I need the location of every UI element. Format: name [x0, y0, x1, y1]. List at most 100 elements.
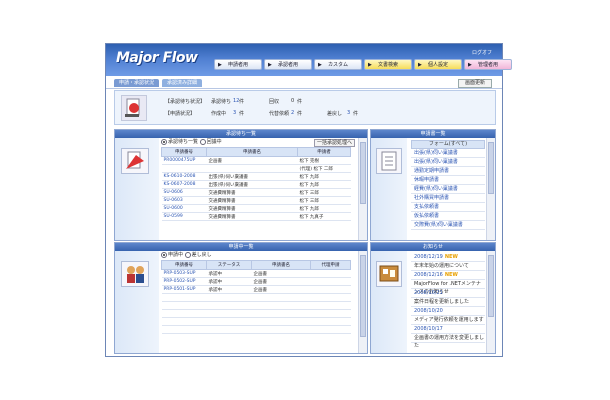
application-status-row: 【申請状況】 作成中 3 件 代替依頼 2 件 差戻し 3 件	[165, 110, 358, 117]
applicant: 松下 克樹	[297, 156, 351, 165]
news-item[interactable]: 企画書の運用方法を変更しました	[411, 334, 485, 349]
table-row	[161, 293, 351, 302]
list-item[interactable]: 交際費(県)伺い稟議書	[411, 221, 485, 230]
approval-status-row: 【承認待ち状況】 承認待ち 12 件 回収 0 件	[165, 98, 302, 105]
list-item[interactable]: 出張(県)伺い稟議書	[411, 149, 485, 158]
tab-approved-detail[interactable]: 承認済み詳細	[162, 79, 203, 87]
panel-title: 承認待ち一覧	[115, 130, 367, 138]
scroll-thumb[interactable]	[488, 255, 494, 317]
app-no[interactable]: KS-0607-2008	[161, 180, 207, 189]
logout-link[interactable]: ログオフ	[472, 49, 492, 56]
proxy	[310, 285, 351, 294]
nav-personal-settings[interactable]: ▶ 個人設定	[414, 59, 462, 70]
table-row[interactable]: PRP-0501-SUP 承認中 企画書	[161, 285, 351, 294]
list-item[interactable]: 出張(県)伺い稟議書	[411, 158, 485, 167]
app-no[interactable]: PRP-0501-SUP	[161, 285, 207, 294]
document-stamp-icon	[121, 95, 147, 121]
panel-content: 申請中 差し戻し 申請番号 ステータス 申請書名 代理申請 PRP-0503-S…	[161, 251, 357, 353]
arrow-icon: ▶	[418, 62, 422, 68]
bulletin-board-icon	[376, 261, 402, 287]
list-item[interactable]: 仮払依頼書	[411, 212, 485, 221]
form-name	[206, 164, 298, 173]
radio-circulating[interactable]	[199, 138, 206, 145]
nav-label: 承認者用	[277, 62, 298, 68]
panel-side	[115, 138, 159, 240]
scroll-thumb[interactable]	[360, 255, 366, 337]
nav-applicant[interactable]: ▶ 申請者用	[214, 59, 262, 70]
bulk-approve-button[interactable]: 一括承認処理へ	[313, 139, 355, 147]
refresh-button[interactable]: 画面更新	[457, 79, 492, 88]
form-name: 交通費精算書	[206, 204, 298, 213]
status: 承認中	[206, 277, 252, 286]
scroll-thumb[interactable]	[360, 142, 366, 204]
form-name: 出張(県)伺い稟議書	[206, 180, 298, 189]
news-date: 2008/12/19	[414, 254, 443, 260]
applicant: 松下 三郎	[297, 188, 351, 197]
table-row[interactable]: SU-0606 交通費精算書 松下 三郎	[161, 188, 351, 197]
applicant: 松下 九郎	[297, 172, 351, 181]
table-row	[161, 301, 351, 310]
nav-approver[interactable]: ▶ 承認者用	[264, 59, 312, 70]
panel-content: 承認待ち一覧 回議中 一括承認処理へ 申請番号 申請書名 申請者 PR00004…	[161, 138, 357, 240]
app-no[interactable]: KS-0610-2008	[161, 172, 207, 181]
tab-status[interactable]: 申請・承認状況	[114, 79, 160, 87]
returned-label: 差戻し	[327, 111, 343, 117]
app-no[interactable]: SU-0599	[161, 212, 207, 221]
app-no[interactable]: SU-0600	[161, 204, 207, 213]
app-no[interactable]: SU-0603	[161, 196, 207, 205]
status-label: 【申請状況】	[165, 111, 196, 117]
table-row[interactable]: KS-0610-2008 出張(県)伺い稟議書 松下 九郎	[161, 172, 351, 181]
app-no[interactable]: PRP-0503-SUP	[161, 269, 207, 278]
scrollbar[interactable]	[486, 251, 495, 353]
table-row[interactable]: SU-0603 交通費精算書 松下 三郎	[161, 196, 351, 205]
app-no[interactable]: SU-0606	[161, 188, 207, 197]
scrollbar[interactable]	[486, 138, 495, 240]
nav-doc-search[interactable]: ▶ 文書検索	[364, 59, 412, 70]
radio-waiting[interactable]	[161, 138, 167, 145]
col-app-no: 申請番号	[161, 147, 207, 157]
scrollbar[interactable]	[358, 138, 367, 240]
table-row[interactable]: KS-0607-2008 出張(県)伺い稟議書 松下 九郎	[161, 180, 351, 189]
news-item[interactable]: MajorFlow for .NETメンテナンスのお知らせ	[411, 280, 485, 295]
list-item[interactable]: 通勤定期申請書	[411, 167, 485, 176]
table-row[interactable]: PRP-0503-SUP 承認中 企画書	[161, 269, 351, 278]
document-list-icon	[376, 148, 402, 174]
filter-row: 申請中 差し戻し	[161, 251, 357, 260]
col-form-name: 申請書名	[251, 260, 311, 270]
list-item[interactable]: 休暇申請書	[411, 176, 485, 185]
app-no[interactable]: PRP-0502-SUP	[161, 277, 207, 286]
table-row[interactable]: PRP-0502-SUP 承認中 企画書	[161, 277, 351, 286]
radio-applying[interactable]	[161, 251, 167, 258]
nav-admin[interactable]: ▶ 管理者用	[464, 59, 512, 70]
table-row	[161, 309, 351, 318]
unit: 件	[297, 111, 303, 117]
radio-label: 回議中	[206, 139, 222, 145]
app-no[interactable]	[161, 164, 207, 173]
table-row	[161, 325, 351, 334]
news-item[interactable]: 案件日程を更新しました	[411, 298, 485, 307]
table-row[interactable]: SU-0600 交通費精算書 松下 九郎	[161, 204, 351, 213]
nav-custom[interactable]: ▶ カスタム	[314, 59, 362, 70]
table-row[interactable]: SU-0599 交通費精算書 松下 九真子	[161, 212, 351, 221]
applicant: 松下 九郎	[297, 180, 351, 189]
news-item[interactable]: 年末年始の運用について	[411, 262, 485, 271]
radio-label: 申請中	[168, 252, 184, 258]
radio-returned[interactable]	[184, 251, 191, 258]
table-row[interactable]: PR0000475UP 企画書 松下 克樹	[161, 156, 351, 165]
list-item[interactable]: 支払依頼書	[411, 203, 485, 212]
form-filter[interactable]: フォーム(すべて)	[411, 140, 485, 149]
news-date-row: 2008/10/20	[411, 307, 485, 316]
list-item[interactable]: 経費(県)伺い稟議書	[411, 185, 485, 194]
list-item[interactable]: 社外購買申請書	[411, 194, 485, 203]
filter-row: 承認待ち一覧 回議中 一括承認処理へ	[161, 138, 357, 147]
nav-label: 文書検索	[377, 62, 398, 68]
scrollbar[interactable]	[358, 251, 367, 353]
scroll-thumb[interactable]	[488, 142, 494, 194]
table-row	[161, 317, 351, 326]
applicant: 松下 九真子	[297, 212, 351, 221]
panel-side	[115, 251, 159, 353]
app-no[interactable]: PR0000475UP	[161, 156, 207, 165]
radio-label: 承認待ち一覧	[168, 139, 199, 145]
news-item[interactable]: メディア発行依頼を運用します	[411, 316, 485, 325]
table-row[interactable]: (代理) 松下 二郎	[161, 164, 351, 173]
